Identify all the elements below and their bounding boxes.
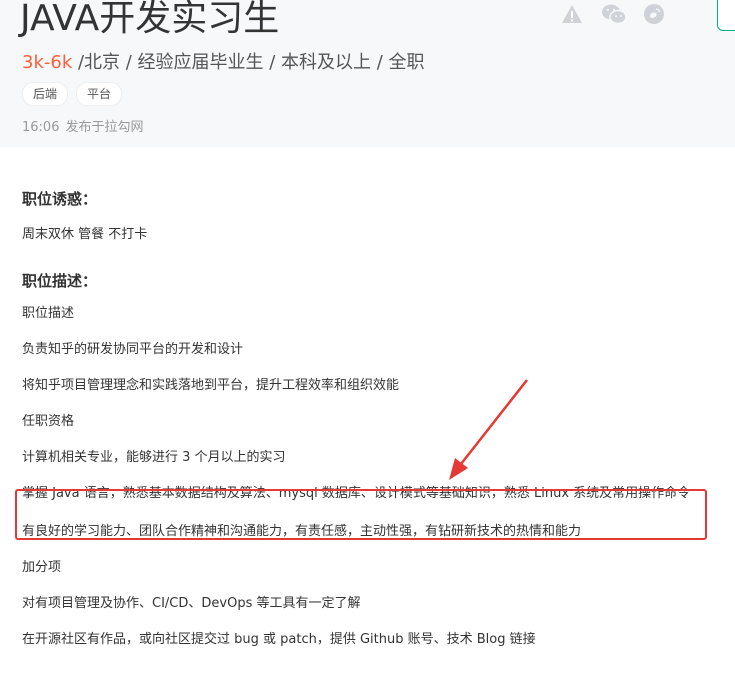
job-detail: 职位诱惑： 周末双休 管餐 不打卡 职位描述： 职位描述 负责知乎的研发协同平台… <box>22 187 722 666</box>
job-header: JAVA开发实习生 3k-6k /北京 / 经验应届毕业生 / 本科及以上 / … <box>0 0 735 147</box>
job-meta: 3k-6k /北京 / 经验应届毕业生 / 本科及以上 / 全职 <box>22 50 425 76</box>
description-item: 任职资格 <box>22 414 75 429</box>
tag-list: 后端 平台 <box>22 82 130 106</box>
description-item: 负责知乎的研发协同平台的开发和设计 <box>22 342 244 357</box>
perks-title: 职位诱惑： <box>22 190 98 208</box>
salary: 3k-6k <box>22 52 73 73</box>
description-item: 计算机相关专业，能够进行 3 个月以上的实习 <box>22 450 286 465</box>
tag-item[interactable]: 后端 <box>22 82 69 106</box>
description-item: 加分项 <box>22 560 62 575</box>
publish-info: 16:06 发布于拉勾网 <box>22 116 143 135</box>
publish-time: 16:06 <box>22 120 60 135</box>
description-item: 职位描述 <box>22 306 75 321</box>
highlight-box <box>15 489 707 540</box>
tag-item[interactable]: 平台 <box>76 82 123 106</box>
description-item: 在开源社区有作品，或向社区提交过 bug 或 patch，提供 Github 账… <box>22 632 536 647</box>
perks-text: 周末双休 管餐 不打卡 <box>22 227 148 242</box>
side-panel-edge <box>717 0 735 31</box>
publish-source: 发布于拉勾网 <box>65 120 144 135</box>
job-requirements: /北京 / 经验应届毕业生 / 本科及以上 / 全职 <box>72 52 425 73</box>
wechat-icon[interactable] <box>601 3 627 25</box>
weibo-icon[interactable] <box>643 3 665 25</box>
description-title: 职位描述： <box>22 272 98 290</box>
description-item: 对有项目管理及协作、CI/CD、DevOps 等工具有一定了解 <box>22 596 361 611</box>
description-list: 职位描述 负责知乎的研发协同平台的开发和设计 将知乎项目管理理念和实践落地到平台… <box>22 304 722 650</box>
description-item: 将知乎项目管理理念和实践落地到平台，提升工程效率和组织效能 <box>22 378 400 393</box>
warning-icon[interactable] <box>561 3 583 25</box>
job-title: JAVA开发实习生 <box>20 0 280 39</box>
